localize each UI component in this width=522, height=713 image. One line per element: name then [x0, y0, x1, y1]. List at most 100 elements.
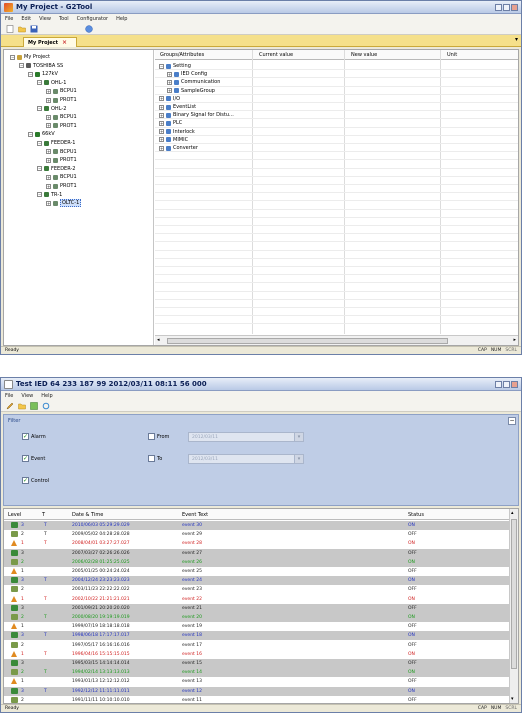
column-unit[interactable]: Unit [447, 52, 457, 58]
expand-icon[interactable]: + [46, 157, 51, 163]
tree-node[interactable]: − OHL-1 [37, 79, 66, 87]
expand-icon[interactable]: + [159, 104, 164, 110]
table-row[interactable]: 2 2006/02/28 01:25:25.025 event 26 ON [4, 557, 514, 567]
tree-node[interactable]: + OLTC-1 [46, 199, 82, 208]
table-row[interactable]: 1 T 2008/04/01 03:27:27.027 event 28 ON [4, 539, 514, 548]
new-file-button[interactable] [5, 24, 14, 33]
table-row[interactable]: 1 2005/01/25 00:24:24.024 event 25 OFF [4, 567, 514, 576]
from-date-picker[interactable]: 2012/03/11 ▾ [188, 432, 304, 442]
grid-node[interactable]: + Binary Signal for Distu... [159, 111, 234, 119]
collapse-icon[interactable]: − [37, 166, 42, 172]
tree-node[interactable]: + PROT1 [46, 96, 77, 104]
scroll-up-icon[interactable]: ▴ [511, 510, 514, 516]
grid-node[interactable]: + EventList [159, 103, 196, 111]
save-button[interactable] [29, 24, 38, 33]
column-date-time[interactable]: Date & Time [72, 512, 103, 518]
maximize-button[interactable] [503, 3, 510, 11]
table-row[interactable]: 3 T 2004/12/24 23:23:23.023 event 24 ON [4, 576, 514, 586]
menu-view[interactable]: View [39, 16, 51, 22]
table-row[interactable]: 1 1993/01/13 12:12:12.012 event 13 OFF [4, 677, 514, 686]
collapse-filter-button[interactable]: − [508, 417, 516, 425]
scroll-thumb[interactable] [511, 519, 517, 669]
from-checkbox[interactable]: From [148, 433, 169, 440]
table-row[interactable]: 3 2001/09/21 20:20:20.020 event 21 OFF [4, 603, 514, 613]
expand-icon[interactable]: + [167, 88, 172, 94]
expand-icon[interactable]: + [167, 71, 172, 77]
tree-node[interactable]: − 66kV [28, 130, 55, 138]
expand-icon[interactable]: + [46, 114, 51, 120]
tree-node[interactable]: − OHL-2 [37, 105, 66, 113]
expand-icon[interactable]: + [46, 149, 51, 155]
expand-icon[interactable]: + [167, 79, 172, 85]
table-row[interactable]: 3 1995/03/15 14:14:14.014 event 15 OFF [4, 659, 514, 668]
title-bar[interactable]: Test IED 64 233 187 99 2012/03/11 08:11 … [1, 378, 521, 391]
table-row[interactable]: 1 1999/07/19 18:18:18.018 event 19 OFF [4, 622, 514, 631]
close-button[interactable] [511, 380, 518, 388]
grid-node[interactable]: + Interlock [159, 128, 195, 136]
filter-toggle-button[interactable] [29, 401, 38, 410]
tree-node[interactable]: + PROT1 [46, 182, 77, 190]
collapse-icon[interactable]: − [37, 106, 42, 112]
menu-help[interactable]: Help [116, 16, 127, 22]
table-row[interactable]: 3 2007/03/27 02:26:26.026 event 27 OFF [4, 548, 514, 558]
tab-close-icon[interactable]: × [62, 39, 67, 46]
tree-node[interactable]: + BCPU1 [46, 148, 77, 156]
grid-node[interactable]: − Setting [159, 62, 191, 70]
table-row[interactable]: 2 T 2000/08/20 19:19:19.019 event 20 ON [4, 613, 514, 622]
tree-node[interactable]: + BCPU1 [46, 87, 77, 95]
expand-icon[interactable]: + [46, 97, 51, 103]
expand-icon[interactable]: + [159, 129, 164, 135]
table-row[interactable]: 2 2003/11/23 22:22:22.022 event 23 OFF [4, 585, 514, 594]
scroll-thumb[interactable] [167, 338, 448, 344]
vertical-scrollbar[interactable]: ▴ ▾ [509, 509, 518, 703]
table-row[interactable]: 2 1997/05/17 16:16:16.016 event 17 OFF [4, 641, 514, 650]
column-current-value[interactable]: Current value [259, 52, 293, 58]
to-checkbox[interactable]: To [148, 455, 162, 462]
chevron-down-icon[interactable]: ▾ [294, 433, 303, 441]
expand-icon[interactable]: + [159, 145, 164, 151]
edit-button[interactable] [5, 401, 14, 410]
menu-file[interactable]: File [5, 16, 13, 22]
help-button[interactable] [84, 24, 93, 33]
grid-node[interactable]: + SampleGroup [167, 87, 215, 95]
collapse-icon[interactable]: − [159, 63, 164, 69]
collapse-icon[interactable]: − [10, 54, 15, 60]
collapse-icon[interactable]: − [37, 80, 42, 86]
menu-view[interactable]: View [21, 393, 33, 399]
to-date-picker[interactable]: 2012/03/11 ▾ [188, 454, 304, 464]
scroll-left-icon[interactable]: ◂ [157, 337, 160, 343]
table-row[interactable]: 2 1991/11/11 10:10:10.010 event 11 OFF [4, 696, 514, 703]
collapse-icon[interactable]: − [28, 131, 33, 137]
tab-my-project[interactable]: My Project × [23, 37, 77, 47]
tree-node[interactable]: − My Project [10, 53, 50, 61]
expand-icon[interactable]: + [159, 112, 164, 118]
alarm-checkbox[interactable]: ✓ Alarm [22, 433, 46, 440]
grid-node[interactable]: + PLC [159, 119, 182, 127]
expand-icon[interactable]: + [159, 120, 164, 126]
maximize-button[interactable] [503, 380, 510, 388]
open-button[interactable] [17, 401, 26, 410]
expand-icon[interactable]: + [46, 200, 51, 206]
expand-icon[interactable]: + [159, 96, 164, 102]
tab-list-dropdown-icon[interactable]: ▾ [515, 36, 518, 43]
minimize-button[interactable] [495, 380, 502, 388]
menu-file[interactable]: File [5, 393, 13, 399]
tree-node[interactable]: − 127kV [28, 70, 58, 78]
tree-node[interactable]: + BCPU1 [46, 173, 77, 181]
menu-edit[interactable]: Edit [21, 16, 31, 22]
title-bar[interactable]: My Project - G2Tool [1, 1, 521, 14]
column-groups-attributes[interactable]: Groups/Attributes [160, 52, 204, 58]
expand-icon[interactable]: + [46, 88, 51, 94]
tree-node[interactable]: + PROT1 [46, 122, 77, 130]
column-t[interactable]: T [42, 512, 45, 518]
menu-help[interactable]: Help [41, 393, 52, 399]
grid-node[interactable]: + MIMIC [159, 136, 188, 144]
expand-icon[interactable]: + [46, 123, 51, 129]
minimize-button[interactable] [495, 3, 502, 11]
scroll-down-icon[interactable]: ▾ [511, 696, 514, 702]
tree-node[interactable]: − FEEDER-1 [37, 139, 75, 147]
collapse-icon[interactable]: − [37, 192, 42, 198]
grid-node[interactable]: + I/O [159, 95, 180, 103]
table-row[interactable]: 2 T 1994/02/14 13:13:13.013 event 14 ON [4, 668, 514, 678]
column-event-text[interactable]: Event Text [182, 512, 208, 518]
